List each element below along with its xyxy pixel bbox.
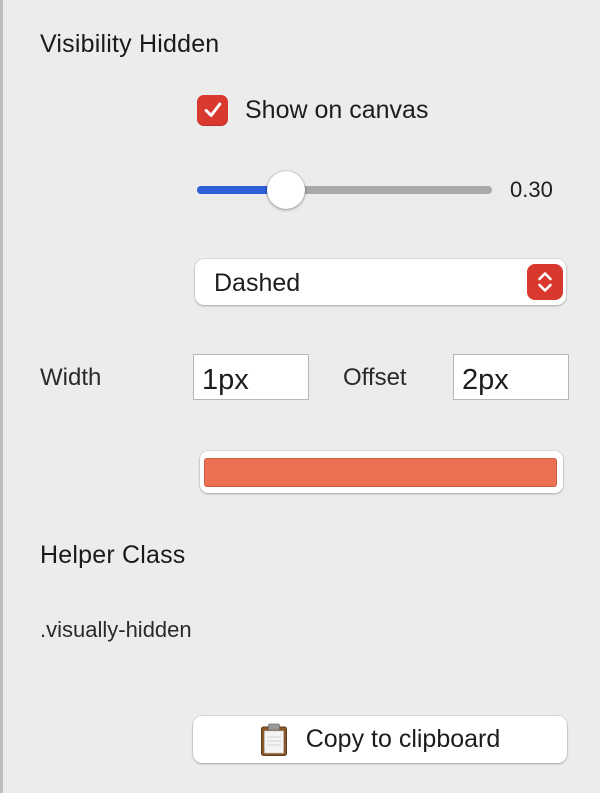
select-stepper-icon	[527, 264, 563, 300]
outline-style-value: Dashed	[214, 269, 301, 297]
copy-to-clipboard-label: Copy to clipboard	[305, 725, 501, 753]
helper-class-name: .visually-hidden	[40, 617, 192, 642]
copy-to-clipboard-button[interactable]: Copy to clipboard	[193, 716, 567, 763]
show-on-canvas-checkbox[interactable]	[197, 94, 228, 126]
clipboard-icon	[260, 723, 287, 756]
section-title-visibility-hidden: Visibility Hidden	[40, 30, 220, 58]
slider-thumb[interactable]	[266, 171, 305, 209]
width-label: Width	[40, 364, 102, 391]
section-title-helper-class: Helper Class	[40, 541, 186, 569]
opacity-value: 0.30	[510, 177, 553, 202]
show-on-canvas-checkbox-row[interactable]: Show on canvas	[197, 93, 428, 127]
outline-style-select[interactable]: Dashed	[195, 259, 566, 305]
panel-border	[0, 0, 3, 793]
outline-color-well[interactable]	[200, 451, 563, 493]
color-swatch	[204, 458, 557, 487]
opacity-slider[interactable]	[197, 170, 492, 210]
show-on-canvas-label: Show on canvas	[245, 95, 429, 124]
width-field[interactable]	[193, 354, 309, 400]
offset-field[interactable]	[453, 354, 569, 400]
offset-label: Offset	[343, 364, 407, 391]
checkmark-icon	[204, 102, 221, 117]
